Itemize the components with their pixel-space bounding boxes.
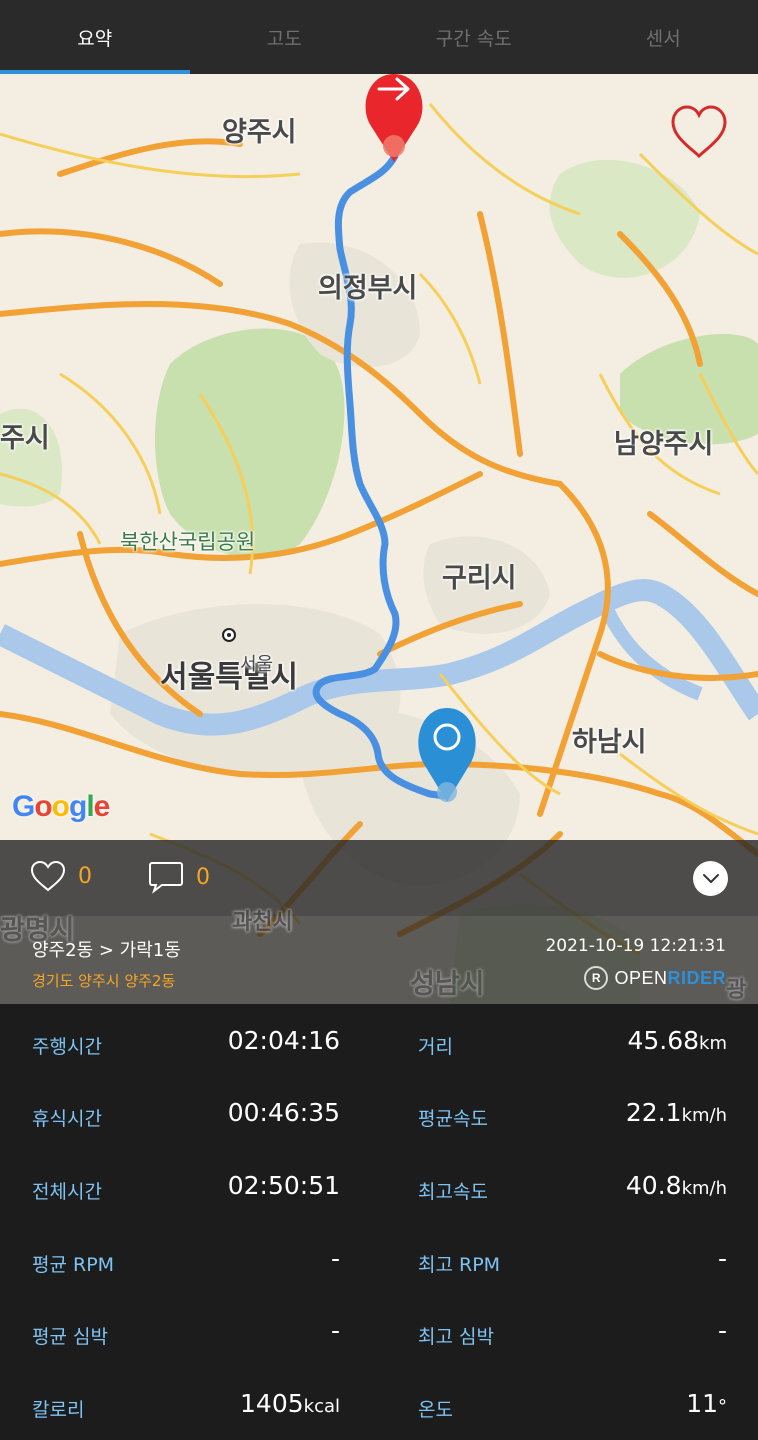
social-bar: 0 0 bbox=[0, 840, 758, 916]
ride-stats: 주행시간 02:04:16 거리 45.68km 휴식시간 00:46:35 평… bbox=[0, 1004, 758, 1440]
stat-max-heart-rate: 최고 심박 - bbox=[418, 1314, 727, 1354]
like-count: 0 bbox=[78, 863, 92, 889]
tab-summary[interactable]: 요약 bbox=[0, 0, 190, 74]
tab-bar: 요약 고도 구간 속도 센서 bbox=[0, 0, 758, 74]
heart-outline-icon bbox=[30, 860, 66, 892]
start-marker-icon[interactable] bbox=[363, 74, 425, 164]
openrider-logo: R OPEN RIDER bbox=[584, 966, 726, 990]
stat-label: 주행시간 bbox=[32, 1036, 102, 1058]
stat-value: - bbox=[330, 1244, 340, 1273]
stat-total-time: 전체시간 02:50:51 bbox=[32, 1169, 340, 1209]
stat-label: 온도 bbox=[418, 1399, 453, 1421]
route-map[interactable]: 양주시 의정부시 남양주시 주시 북한산국립공원 구리시 서울특별시 서울 하남… bbox=[0, 74, 758, 1004]
comment-bubble-icon bbox=[149, 862, 183, 894]
stat-label: 평균 RPM bbox=[32, 1254, 115, 1276]
google-attribution: Google bbox=[12, 790, 110, 823]
stat-value: 40.8km/h bbox=[625, 1171, 727, 1200]
route-location: 경기도 양주시 양주2동 bbox=[32, 972, 176, 990]
map-label-partial-city: 주시 bbox=[0, 423, 50, 454]
map-label-seoul: 서울특별시 bbox=[160, 660, 298, 695]
stat-distance: 거리 45.68km bbox=[418, 1024, 727, 1064]
stat-avg-heart-rate: 평균 심박 - bbox=[32, 1314, 340, 1354]
comment-count: 0 bbox=[196, 864, 210, 890]
stat-value: 22.1km/h bbox=[625, 1098, 727, 1127]
stat-label: 최고 RPM bbox=[418, 1254, 501, 1276]
stat-avg-rpm: 평균 RPM - bbox=[32, 1242, 340, 1282]
stat-label: 휴식시간 bbox=[32, 1108, 102, 1130]
chevron-down-icon bbox=[702, 873, 719, 883]
tab-sensor[interactable]: 센서 bbox=[569, 0, 758, 74]
map-label-yangju: 양주시 bbox=[222, 117, 297, 148]
stat-value: - bbox=[717, 1244, 727, 1273]
map-label-seongnam: 성남시 bbox=[410, 969, 485, 1000]
stat-value: 45.68km bbox=[627, 1026, 727, 1055]
stat-ride-time: 주행시간 02:04:16 bbox=[32, 1024, 340, 1064]
end-marker-icon[interactable] bbox=[417, 706, 477, 804]
stat-calories: 칼로리 1405kcal bbox=[32, 1387, 340, 1427]
stat-label: 최고 심박 bbox=[418, 1326, 494, 1348]
map-label-bukhansan: 북한산국립공원 bbox=[120, 530, 256, 554]
route-info-bar: 광명시 과천시 성남시 광 양주2동 > 가락1동 경기도 양주시 양주2동 2… bbox=[0, 910, 758, 1004]
stat-rest-time: 휴식시간 00:46:35 bbox=[32, 1096, 340, 1136]
stat-max-speed: 최고속도 40.8km/h bbox=[418, 1169, 727, 1209]
like-button[interactable]: 0 bbox=[30, 860, 92, 892]
stat-value: 1405kcal bbox=[240, 1389, 340, 1418]
brand-open: OPEN bbox=[614, 967, 668, 988]
stat-value: 02:50:51 bbox=[227, 1171, 340, 1200]
expand-button[interactable] bbox=[693, 861, 728, 896]
openrider-r-icon: R bbox=[584, 966, 609, 990]
brand-rider: RIDER bbox=[667, 967, 726, 988]
map-label-gwacheon: 과천시 bbox=[232, 910, 293, 935]
stat-label: 거리 bbox=[418, 1036, 453, 1058]
map-label-hanam: 하남시 bbox=[572, 727, 647, 758]
stat-value: - bbox=[717, 1316, 727, 1345]
stat-temperature: 온도 11° bbox=[418, 1387, 727, 1427]
map-label-namyangju: 남양주시 bbox=[614, 429, 714, 460]
stat-max-rpm: 최고 RPM - bbox=[418, 1242, 727, 1282]
map-label-uijeongbu: 의정부시 bbox=[318, 273, 418, 304]
tab-elevation[interactable]: 고도 bbox=[190, 0, 380, 74]
stat-value: - bbox=[330, 1316, 340, 1345]
map-label-seoul-point: 서울 bbox=[240, 654, 274, 675]
stat-label: 평균속도 bbox=[418, 1108, 488, 1130]
stat-value: 02:04:16 bbox=[227, 1026, 340, 1055]
stat-label: 칼로리 bbox=[32, 1399, 85, 1421]
stat-avg-speed: 평균속도 22.1km/h bbox=[418, 1096, 727, 1136]
stat-label: 최고속도 bbox=[418, 1181, 488, 1203]
route-title: 양주2동 > 가락1동 bbox=[32, 940, 181, 961]
map-label-guri: 구리시 bbox=[442, 563, 517, 594]
route-datetime: 2021-10-19 12:21:31 bbox=[545, 936, 726, 956]
stat-value: 11° bbox=[686, 1389, 727, 1418]
favorite-heart-icon[interactable] bbox=[670, 104, 728, 160]
tab-segment-speed[interactable]: 구간 속도 bbox=[379, 0, 569, 74]
comment-button[interactable]: 0 bbox=[148, 860, 210, 894]
map-label-partial-gwangju: 광 bbox=[726, 978, 747, 1003]
stat-label: 전체시간 bbox=[32, 1181, 102, 1203]
stat-value: 00:46:35 bbox=[227, 1098, 340, 1127]
stat-label: 평균 심박 bbox=[32, 1326, 108, 1348]
